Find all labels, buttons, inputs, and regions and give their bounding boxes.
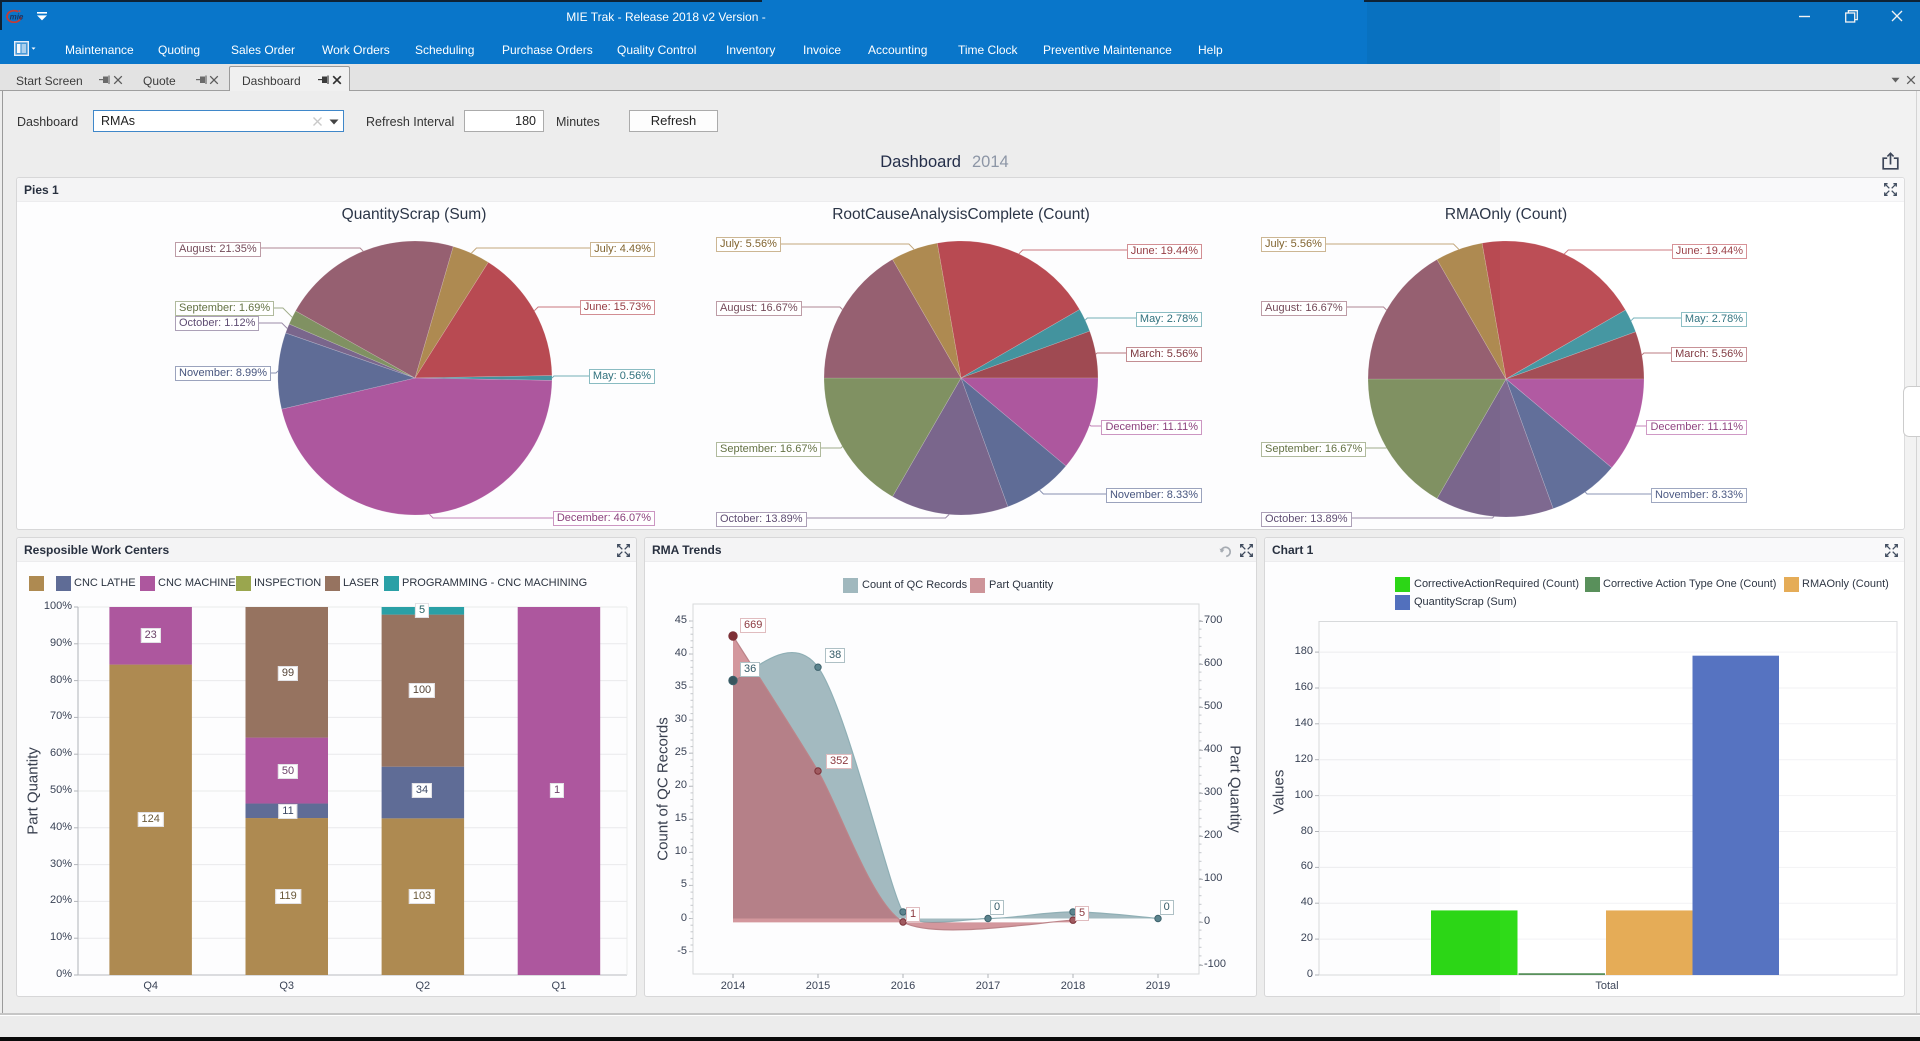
svg-text:mie: mie — [10, 13, 24, 22]
